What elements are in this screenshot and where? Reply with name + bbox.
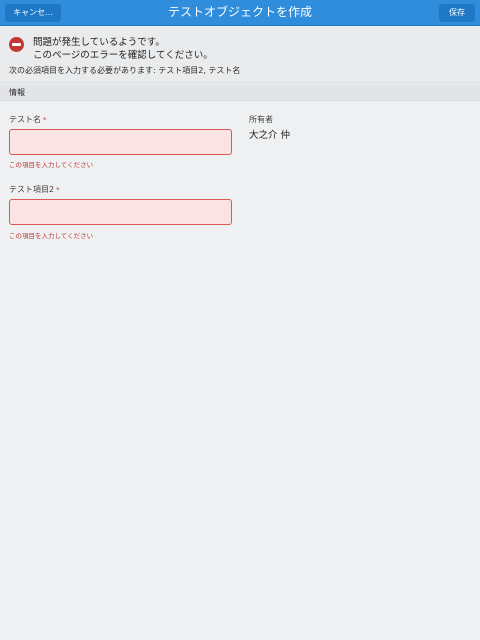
header-bar: キャンセ... テストオブジェクトを作成 保存	[0, 0, 480, 26]
section-header-info: 情報	[0, 84, 480, 101]
save-button[interactable]: 保存	[439, 4, 475, 22]
required-marker: *	[56, 186, 60, 194]
test-name-label: テスト名 *	[9, 114, 47, 125]
page-title: テストオブジェクトを作成	[167, 5, 312, 19]
test-item2-input[interactable]	[9, 199, 232, 225]
test-item2-error: この項目を入力してください	[9, 232, 94, 240]
error-circle-icon	[9, 37, 24, 52]
test-name-label-text: テスト名	[9, 115, 41, 124]
test-name-error: この項目を入力してください	[9, 161, 94, 169]
cancel-button[interactable]: キャンセ...	[5, 4, 61, 22]
required-marker: *	[43, 116, 47, 124]
error-message-detail: このページのエラーを確認してください。	[33, 50, 213, 61]
section-title: 情報	[9, 88, 25, 97]
required-fields-message: 次の必須項目を入力する必要があります: テスト項目2, テスト名	[9, 66, 241, 75]
error-message-title: 問題が発生しているようです。	[33, 37, 165, 48]
owner-label: 所有者	[249, 115, 273, 124]
owner-value: 大之介 仲	[249, 130, 291, 141]
test-item2-label: テスト項目2 *	[9, 184, 60, 195]
test-name-input[interactable]	[9, 129, 232, 155]
error-banner: 問題が発生しているようです。 このページのエラーを確認してください。 次の必須項…	[0, 27, 480, 83]
test-item2-label-text: テスト項目2	[9, 185, 55, 194]
